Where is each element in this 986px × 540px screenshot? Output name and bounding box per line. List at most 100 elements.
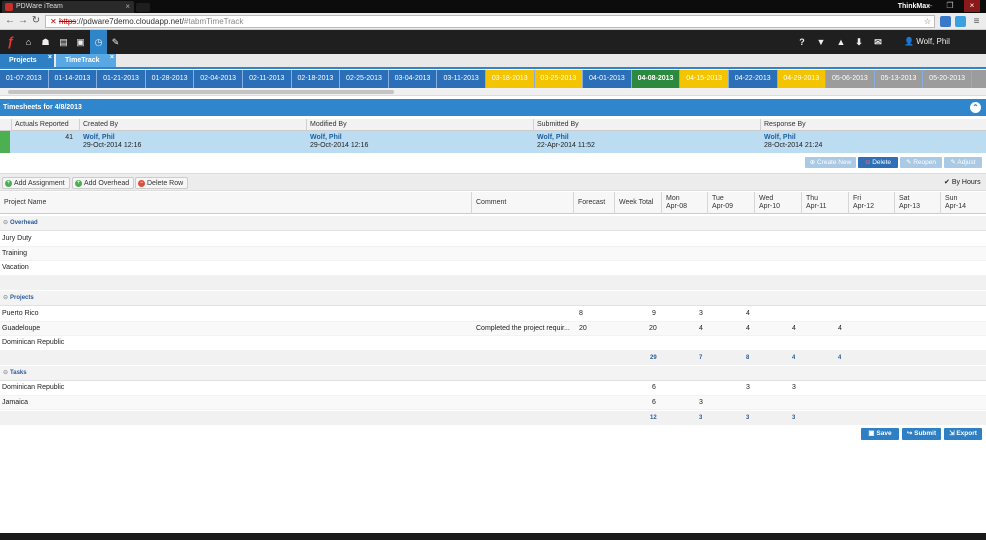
table-row[interactable]: Dominican Republic <box>0 336 986 351</box>
comment-cell[interactable]: Completed the project requir... <box>476 322 571 337</box>
delete-row-button[interactable]: − Delete Row <box>135 177 189 189</box>
close-window-icon[interactable]: × <box>964 0 980 12</box>
tab-projects[interactable]: Projects × <box>0 54 54 67</box>
response-cell: Wolf, Phil 28-Oct-2014 21:24 <box>764 134 822 150</box>
add-overhead-button[interactable]: + Add Overhead <box>72 177 135 189</box>
week-button[interactable]: 05-20-2013 <box>923 70 972 88</box>
week-button[interactable]: 05-06-2013 <box>826 70 875 88</box>
collapse-group-icon[interactable]: ⊖ <box>3 295 8 301</box>
created-at: 29-Oct-2014 12:16 <box>83 142 142 149</box>
week-button[interactable]: 02-25-2013 <box>340 70 389 88</box>
url-input[interactable]: ✕ https://pdware7demo.cloudapp.net/#tabm… <box>45 15 935 28</box>
hours-cell[interactable]: 4 <box>838 322 842 337</box>
day-date: Apr-11 <box>806 203 827 210</box>
week-button[interactable]: 01-07-2013 <box>0 70 49 88</box>
bookmark-star-icon[interactable]: ☆ <box>924 16 931 27</box>
user-menu[interactable]: 👤 Wolf, Phil <box>904 30 950 54</box>
hours-cell[interactable]: 4 <box>746 322 750 337</box>
hours-cell[interactable]: 3 <box>792 381 796 396</box>
tab-timetrack[interactable]: TimeTrack × <box>56 54 116 67</box>
close-tab-icon[interactable]: × <box>125 1 130 13</box>
app-favicon-icon <box>5 3 13 11</box>
help-icon[interactable]: ? <box>793 30 811 54</box>
user-name: Wolf, Phil <box>916 37 950 46</box>
save-button[interactable]: ▣ Save <box>861 428 899 440</box>
week-button-selected[interactable]: 04-08-2013 <box>631 70 681 88</box>
mail-icon[interactable]: ✉ <box>869 30 887 54</box>
scrollbar-thumb[interactable] <box>8 90 394 94</box>
group-projects[interactable]: ⊖ Projects <box>0 291 986 306</box>
week-button[interactable]: 04-22-2013 <box>729 70 778 88</box>
table-row[interactable]: Puerto Rico 8 9 3 4 <box>0 307 986 322</box>
week-button[interactable]: 03-04-2013 <box>389 70 438 88</box>
week-button[interactable]: 04-29-2013 <box>777 70 827 88</box>
week-button[interactable]: 01-28-2013 <box>146 70 195 88</box>
created-by: Wolf, Phil <box>83 134 115 141</box>
week-button[interactable]: 03-18-2013 <box>485 70 535 88</box>
week-button[interactable]: 01-14-2013 <box>49 70 98 88</box>
browser-menu-icon[interactable]: ≡ <box>971 16 982 27</box>
week-button[interactable]: 04-01-2013 <box>583 70 632 88</box>
week-scrollbar[interactable] <box>0 88 986 96</box>
alert-icon[interactable]: ▲ <box>832 30 850 54</box>
hours-cell[interactable]: 4 <box>746 307 750 322</box>
reload-icon[interactable]: ↻ <box>30 15 42 27</box>
download-icon[interactable]: ⬇ <box>850 30 868 54</box>
close-tab-projects-icon[interactable]: × <box>48 51 52 64</box>
hours-cell[interactable]: 3 <box>699 396 703 411</box>
group-overhead[interactable]: ⊖ Overhead <box>0 216 986 231</box>
day-sum: 4 <box>838 355 842 361</box>
day-date: Apr-08 <box>666 203 688 210</box>
hours-cell[interactable]: 4 <box>792 322 796 337</box>
back-icon[interactable]: ← <box>4 15 16 27</box>
week-button[interactable]: 01-21-2013 <box>97 70 146 88</box>
extension-twitter-icon[interactable] <box>955 16 966 27</box>
delete-button[interactable]: ⊖ Delete <box>858 157 898 168</box>
col-modified: Modified By <box>306 119 533 131</box>
week-button[interactable]: 03-25-2013 <box>534 70 584 88</box>
group-tasks[interactable]: ⊖ Tasks <box>0 366 986 381</box>
hours-cell[interactable]: 3 <box>746 381 750 396</box>
adjust-button[interactable]: ✎ Adjust <box>944 157 982 168</box>
week-button[interactable]: 03-11-2013 <box>437 70 486 88</box>
create-new-button[interactable]: ⊕ Create New <box>805 157 856 168</box>
new-tab-button[interactable] <box>136 3 150 12</box>
briefcase-icon[interactable]: ▤ <box>55 30 72 54</box>
table-row[interactable]: Jury Duty <box>0 232 986 247</box>
browser-tab[interactable]: PDWare iTeam × <box>2 1 134 13</box>
table-row[interactable]: Guadeloupe Completed the project requir.… <box>0 321 986 337</box>
col-day: Thu Apr-11 <box>801 192 848 214</box>
collapse-group-icon[interactable]: ⊖ <box>3 370 8 376</box>
extension-doc-icon[interactable] <box>940 16 951 27</box>
close-tab-timetrack-icon[interactable]: × <box>110 51 114 64</box>
week-button[interactable]: 02-04-2013 <box>194 70 243 88</box>
timesheet-summary-row[interactable]: 41 Wolf, Phil 29-Oct-2014 12:16 Wolf, Ph… <box>0 131 986 153</box>
week-button[interactable]: 02-18-2013 <box>292 70 341 88</box>
clock-icon[interactable]: ◷ <box>90 30 107 54</box>
hours-cell[interactable]: 4 <box>699 322 703 337</box>
app-logo-icon[interactable]: ƒ <box>2 30 19 54</box>
image-icon[interactable]: ▣ <box>72 30 89 54</box>
home-icon[interactable]: ⌂ <box>20 30 37 54</box>
week-button[interactable]: 02-11-2013 <box>243 70 292 88</box>
week-button[interactable]: 05-13-2013 <box>874 70 924 88</box>
add-assignment-button[interactable]: + Add Assignment <box>2 177 70 189</box>
collapse-icon[interactable]: ⌃ <box>970 102 981 113</box>
maximize-icon[interactable]: ❐ <box>942 0 958 12</box>
collapse-group-icon[interactable]: ⊖ <box>3 220 8 226</box>
by-hours-toggle[interactable]: ✔ By Hours <box>944 177 981 189</box>
reopen-button[interactable]: ✎ Reopen <box>900 157 942 168</box>
table-row[interactable]: Jamaica 6 3 <box>0 395 986 411</box>
row-name: Vacation <box>2 264 29 271</box>
submit-button[interactable]: ↪ Submit <box>902 428 941 440</box>
hours-cell[interactable]: 3 <box>699 307 703 322</box>
table-row[interactable]: Training <box>0 246 986 261</box>
minimize-icon[interactable]: – <box>922 0 938 12</box>
week-button[interactable]: 05-2 <box>971 70 986 88</box>
forward-icon[interactable]: → <box>17 15 29 27</box>
table-row[interactable]: Vacation <box>0 261 986 276</box>
table-row[interactable]: Dominican Republic 6 3 3 <box>0 381 986 396</box>
week-button[interactable]: 04-15-2013 <box>680 70 729 88</box>
export-button[interactable]: ⇲ Export <box>944 428 982 440</box>
filter-icon[interactable]: ▼ <box>812 30 830 54</box>
